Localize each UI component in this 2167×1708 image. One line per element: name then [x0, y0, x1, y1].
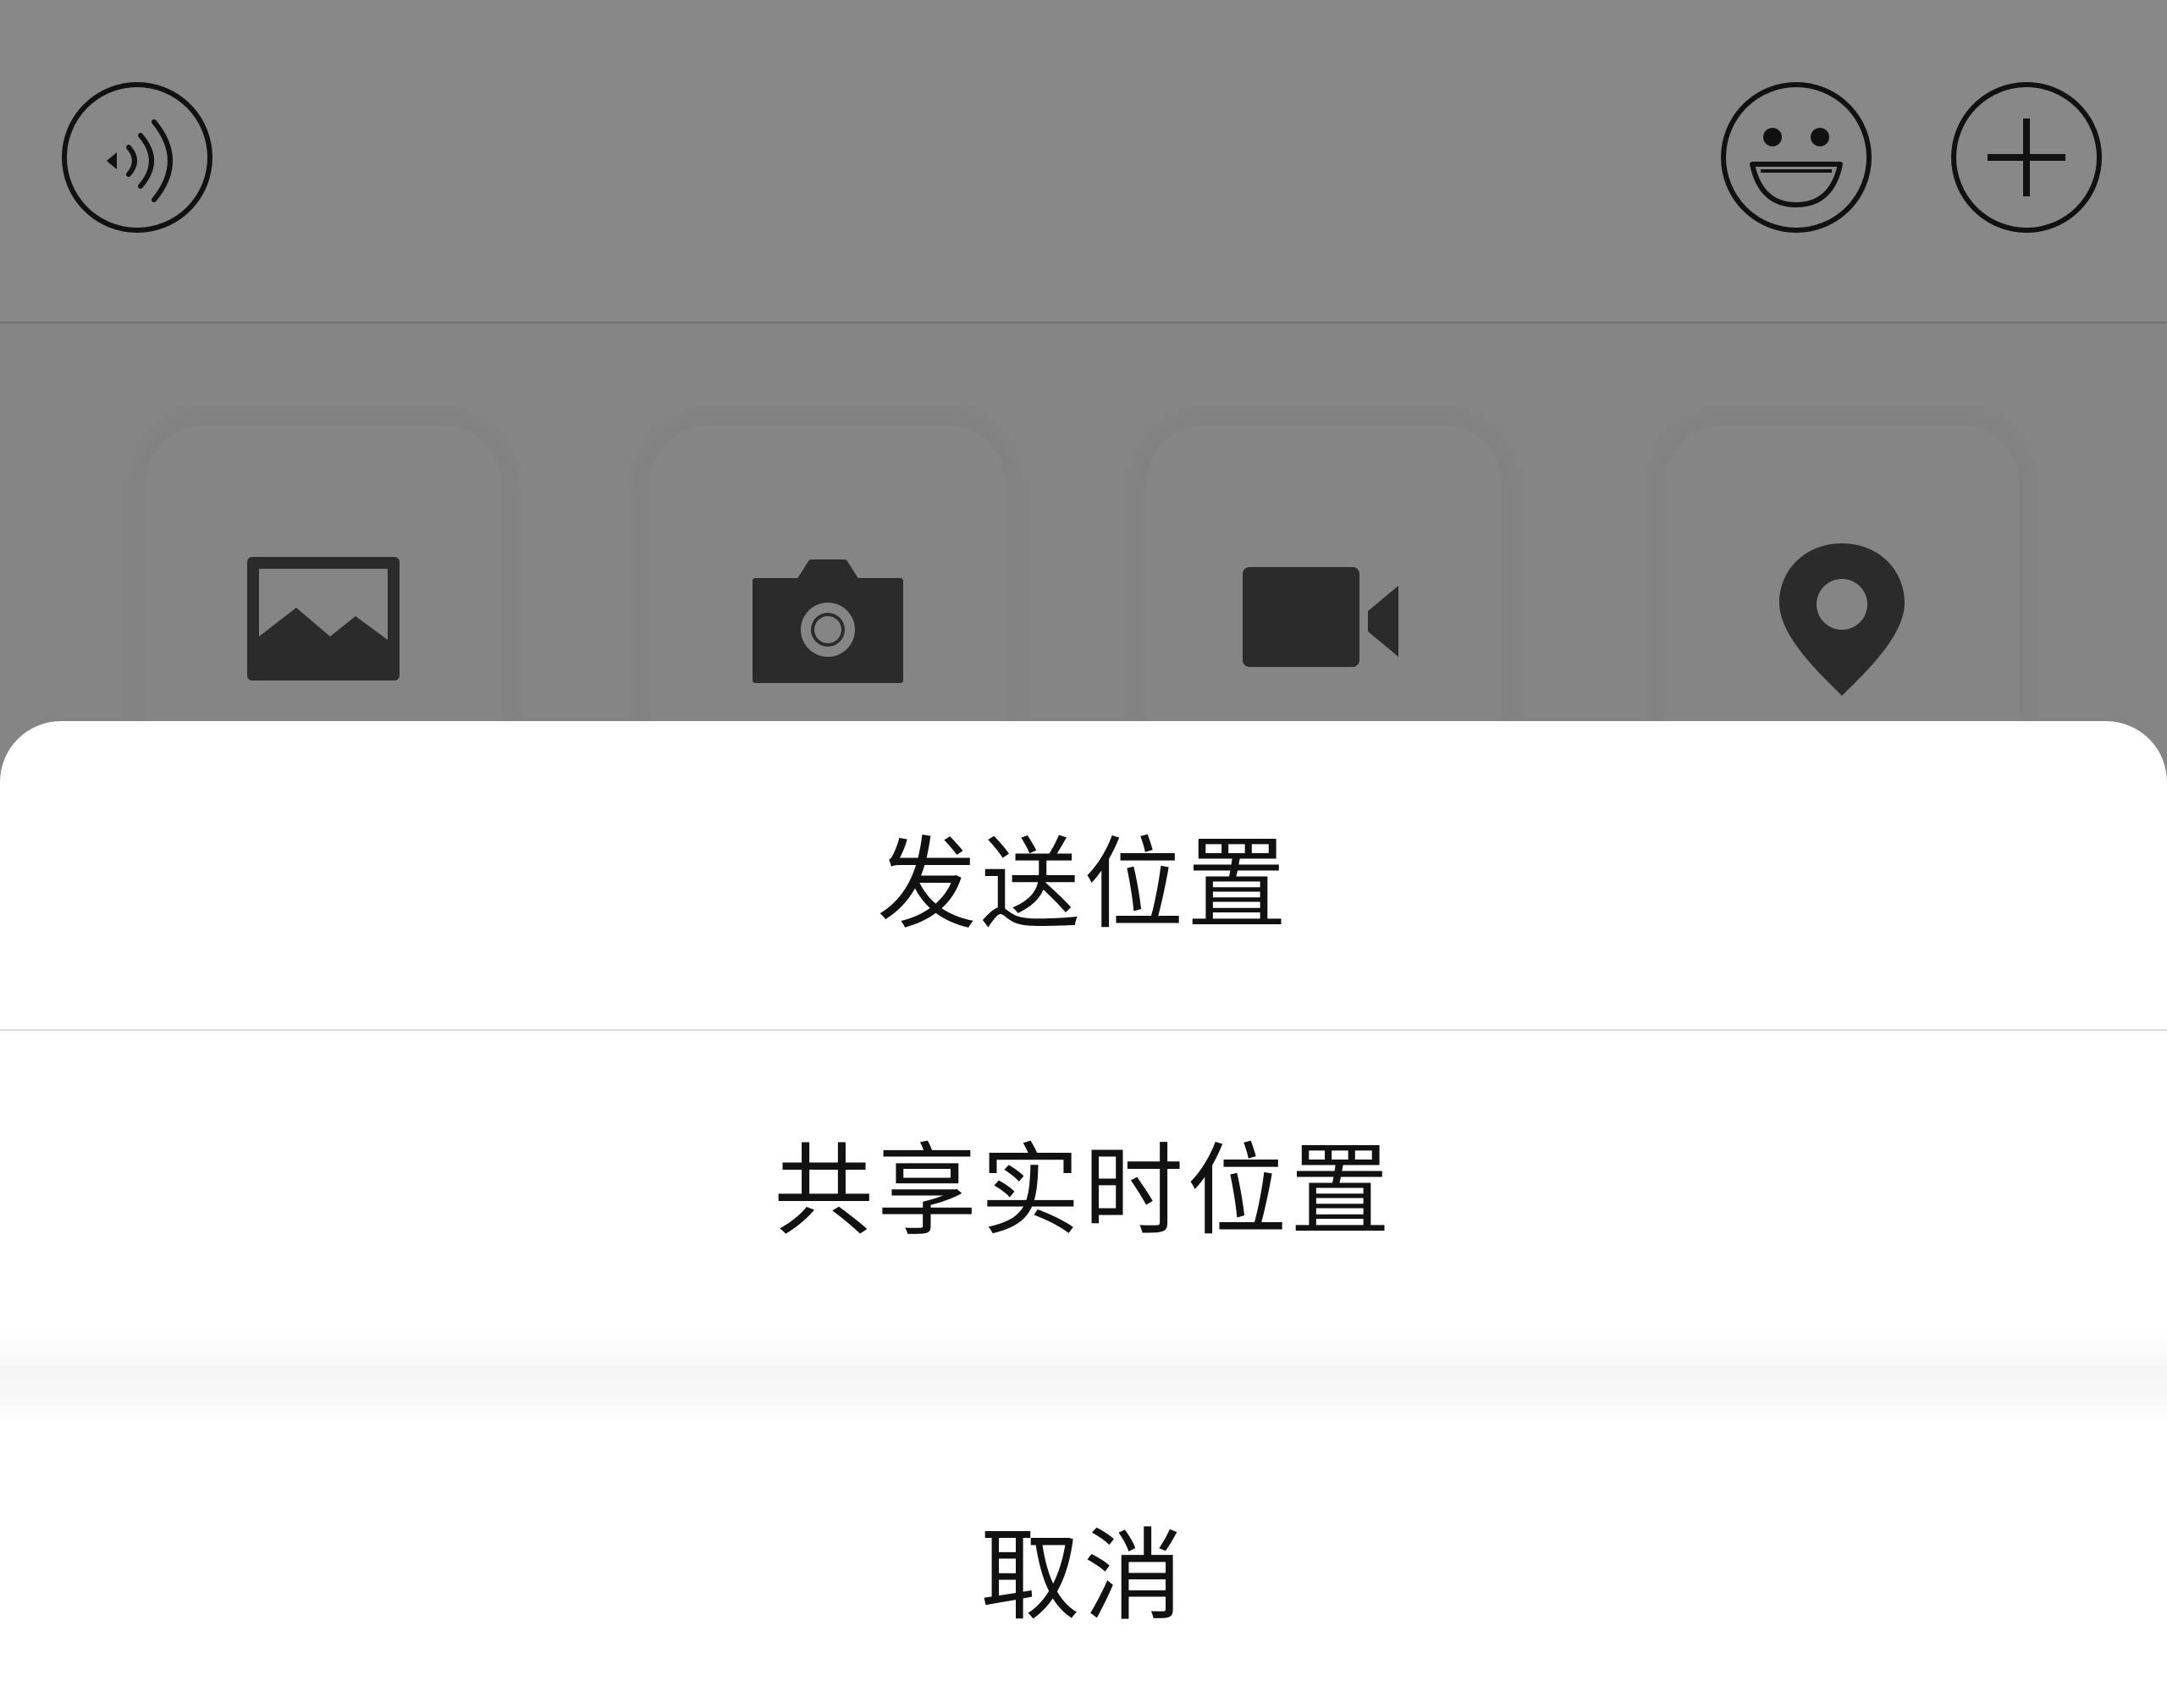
emoji-button[interactable] — [1720, 81, 1872, 234]
plus-icon — [1951, 82, 2102, 233]
camera-icon — [753, 559, 903, 683]
tool-panel — [0, 323, 2167, 780]
voice-button[interactable] — [61, 81, 213, 234]
voice-icon — [62, 82, 212, 233]
video-camera-icon — [1243, 567, 1398, 667]
emoji-icon — [1721, 82, 1872, 233]
cancel-button[interactable]: 取消 — [0, 1425, 2167, 1708]
action-sheet: 发送位置 共享实时位置 取消 — [0, 721, 2167, 1708]
share-live-location-option[interactable]: 共享实时位置 — [0, 1031, 2167, 1332]
chat-input-bar — [0, 0, 2167, 323]
image-icon — [247, 557, 400, 680]
more-button[interactable] — [1950, 81, 2103, 234]
send-location-option[interactable]: 发送位置 — [0, 721, 2167, 1029]
location-pin-icon — [1779, 543, 1905, 696]
sheet-separator — [0, 1332, 2167, 1425]
